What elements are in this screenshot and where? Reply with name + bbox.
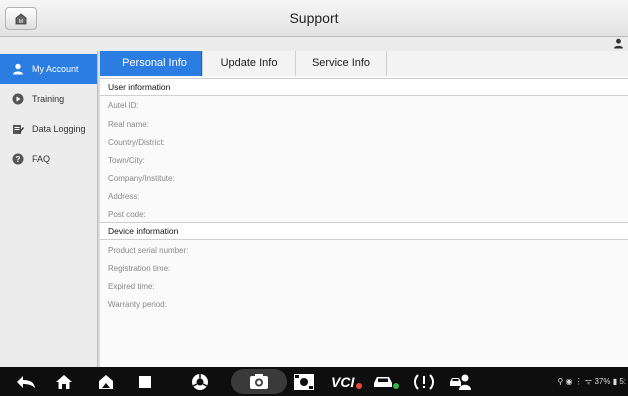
sidebar-item-label: My Account [32, 64, 79, 74]
car-icon [374, 376, 399, 389]
edit-note-icon [10, 121, 26, 137]
vehicle-connect-button[interactable] [371, 371, 401, 392]
chrome-icon [192, 373, 208, 390]
back-button[interactable] [14, 371, 38, 392]
vci-button[interactable]: VCI [331, 371, 363, 392]
svg-text:VCI: VCI [331, 374, 355, 390]
field-expired-time: Expired time: [108, 282, 155, 291]
play-circle-icon [10, 91, 26, 107]
svg-text:?: ? [16, 155, 21, 164]
battery-level: 37% [594, 377, 611, 386]
field-town-city: Town/City: [108, 156, 145, 165]
field-registration-time: Registration time: [108, 264, 171, 273]
sidebar-item-faq[interactable]: ? FAQ [0, 144, 97, 174]
browser-button[interactable] [188, 371, 212, 392]
device-information-header: Device information [100, 222, 628, 240]
square-icon [139, 375, 151, 388]
tab-personal-info[interactable]: Personal Info [108, 51, 202, 76]
vci-icon: VCI [331, 374, 362, 390]
tire-pressure-button[interactable] [412, 371, 436, 392]
sidebar-item-label: Training [32, 94, 65, 104]
display-button[interactable] [291, 371, 317, 392]
tab-bar: Personal Info Update Info Service Info [100, 51, 628, 76]
question-icon: ? [10, 151, 26, 167]
recent-apps-button[interactable] [133, 371, 157, 392]
user-bar [0, 37, 628, 51]
system-nav-bar: VCI ⚲ ◉ ⋮ ᯤ 37% ▮ 5: [0, 367, 628, 396]
tab-update-info[interactable]: Update Info [202, 51, 295, 76]
back-icon [17, 375, 35, 388]
sidebar-item-training[interactable]: Training [0, 84, 97, 114]
user-icon[interactable] [613, 38, 624, 49]
sidebar-item-label: FAQ [32, 154, 51, 164]
tpms-icon [414, 373, 434, 390]
remote-support-icon [450, 374, 471, 390]
sidebar-item-label: Data Logging [32, 124, 86, 134]
field-warranty-period: Warranty period: [108, 300, 167, 309]
status-area: ⚲ ◉ ⋮ ᯤ 37% ▮ 5: [557, 367, 626, 396]
brightness-icon [294, 373, 314, 390]
page-title: Support [289, 10, 339, 26]
vci-home-icon [99, 374, 113, 389]
user-information-header: User information [100, 78, 628, 96]
clock: 5: [619, 377, 626, 386]
field-company-institute: Company/Institute: [108, 174, 175, 183]
person-icon [10, 61, 26, 77]
tab-service-info[interactable]: Service Info [295, 51, 387, 76]
remote-expert-button[interactable] [448, 371, 474, 392]
main-content: Personal Info Update Info Service Info U… [100, 51, 628, 367]
field-autel-id: Autel ID: [108, 101, 139, 110]
autel-home-button[interactable] [94, 371, 118, 392]
camera-icon [250, 374, 268, 389]
camera-button[interactable] [231, 369, 287, 394]
sidebar-item-my-account[interactable]: My Account [0, 54, 97, 84]
tab-bar-filler [386, 51, 628, 76]
field-address: Address: [108, 192, 140, 201]
field-post-code: Post code: [108, 210, 146, 219]
field-product-serial-number: Product serial number: [108, 246, 189, 255]
battery-icon: ▮ [610, 377, 620, 386]
home-nav-button[interactable] [52, 371, 76, 392]
field-real-name: Real name: [108, 120, 149, 129]
sidebar-item-data-logging[interactable]: Data Logging [0, 114, 97, 144]
sidebar: My Account Training Data Logging ? FAQ [0, 51, 98, 367]
location-icon: ⚲ ◉ ⋮ ᯤ [557, 377, 595, 386]
house-icon [56, 374, 72, 389]
field-country-district: Country/District: [108, 138, 165, 147]
top-bar: M Support [0, 0, 628, 37]
